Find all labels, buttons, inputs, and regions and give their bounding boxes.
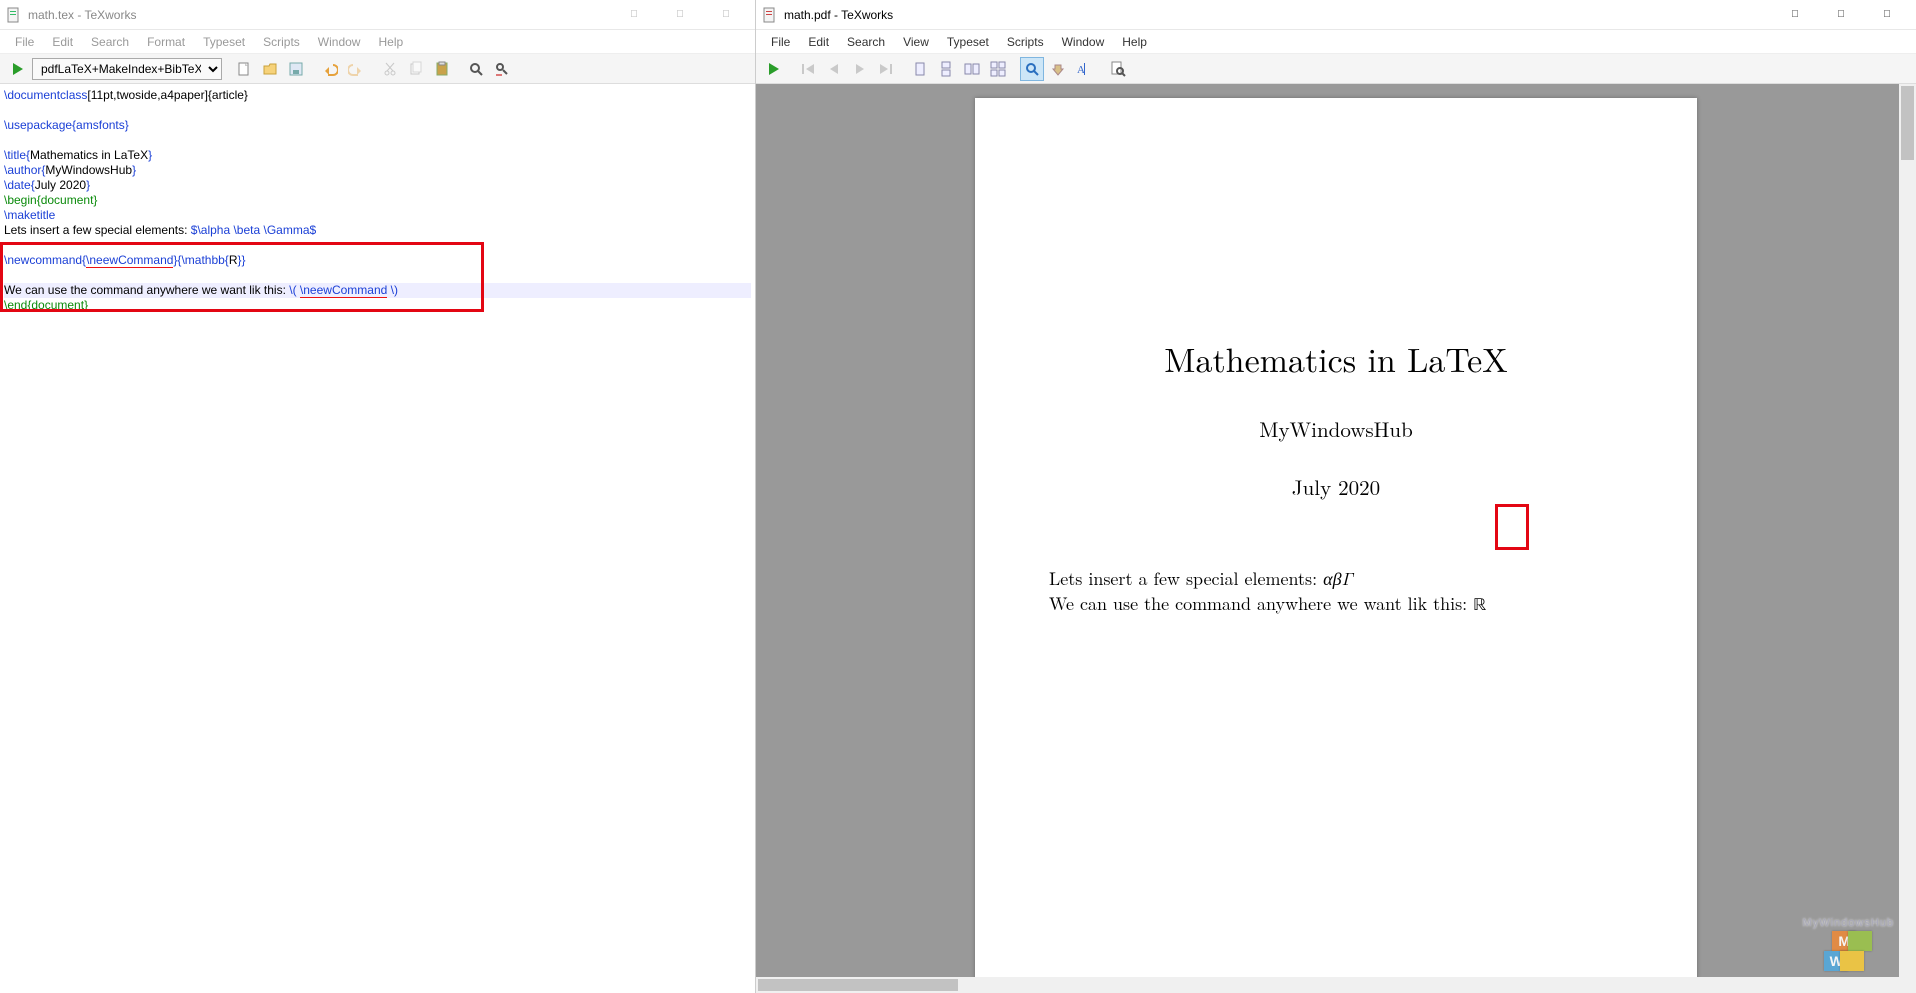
typeset-button[interactable] [6, 57, 30, 81]
menu-scripts[interactable]: Scripts [254, 33, 309, 51]
tex-env-end: \end{document} [4, 298, 88, 312]
horizontal-scrollbar[interactable] [756, 977, 1899, 993]
editor-window: math.tex - TeXworks    File Edit Sear… [0, 0, 756, 993]
toolbar-right: A [756, 54, 1916, 84]
annotation-box [1495, 504, 1529, 550]
viewer-window: math.pdf - TeXworks    File Edit Sear… [756, 0, 1916, 993]
prev-page-icon[interactable] [822, 57, 846, 81]
single-page-icon[interactable] [908, 57, 932, 81]
menu-search[interactable]: Search [82, 33, 138, 51]
new-file-icon[interactable] [232, 57, 256, 81]
maximize-button[interactable]:  [1818, 1, 1864, 29]
cut-icon[interactable] [378, 57, 402, 81]
menu-file[interactable]: File [6, 33, 43, 51]
text-select-icon[interactable]: A [1072, 57, 1096, 81]
paste-icon[interactable] [430, 57, 454, 81]
spellcheck-error: \neewCommand [300, 283, 387, 298]
window-title: math.pdf - TeXworks [784, 8, 1772, 22]
svg-text:A: A [1077, 64, 1085, 76]
menu-window[interactable]: Window [309, 33, 370, 51]
menu-edit[interactable]: Edit [799, 33, 838, 51]
copy-icon[interactable] [404, 57, 428, 81]
next-page-icon[interactable] [848, 57, 872, 81]
title-bar-right: math.pdf - TeXworks    [756, 0, 1916, 30]
close-button[interactable]:  [703, 1, 749, 29]
menu-search[interactable]: Search [838, 33, 894, 51]
continuous-page-icon[interactable] [934, 57, 958, 81]
maximize-button[interactable]:  [657, 1, 703, 29]
title-bar-left: math.tex - TeXworks    [0, 0, 755, 30]
redo-icon[interactable] [344, 57, 368, 81]
pdf-page: Mathematics in LaTeX MyWindowsHub July 2… [975, 98, 1697, 993]
close-button[interactable]:  [1864, 1, 1910, 29]
search-pdf-icon[interactable] [1106, 57, 1130, 81]
replace-icon[interactable] [490, 57, 514, 81]
scrollbar-thumb[interactable] [758, 979, 958, 991]
menu-bar-left: File Edit Search Format Typeset Scripts … [0, 30, 755, 54]
typeset-button[interactable] [762, 57, 786, 81]
undo-icon[interactable] [318, 57, 342, 81]
menu-window[interactable]: Window [1053, 33, 1114, 51]
source-editor[interactable]: \documentclass[11pt,twoside,a4paper]{art… [0, 84, 755, 993]
pdf-viewport[interactable]: Mathematics in LaTeX MyWindowsHub July 2… [756, 84, 1916, 993]
menu-help[interactable]: Help [369, 33, 412, 51]
first-page-icon[interactable] [796, 57, 820, 81]
save-file-icon[interactable] [284, 57, 308, 81]
toolbar-left: pdfLaTeX+MakeIndex+BibTeX [0, 54, 755, 84]
tex-command: \usepackage{amsfonts} [4, 118, 129, 132]
menu-typeset[interactable]: Typeset [938, 33, 998, 51]
pdf-author: MyWindowsHub [975, 414, 1697, 444]
tex-command: \documentclass [4, 88, 87, 102]
app-icon [6, 7, 22, 23]
two-page-continuous-icon[interactable] [986, 57, 1010, 81]
pdf-title: Mathematics in LaTeX [975, 334, 1697, 382]
last-page-icon[interactable] [874, 57, 898, 81]
magnify-tool-icon[interactable] [1020, 57, 1044, 81]
pdf-body-line2: We can use the command anywhere we want … [1049, 591, 1623, 619]
search-icon[interactable] [464, 57, 488, 81]
open-file-icon[interactable] [258, 57, 282, 81]
scroll-tool-icon[interactable] [1046, 57, 1070, 81]
pdf-body-line1: Lets insert a few special elements: αβΓ [1049, 566, 1623, 591]
scrollbar-thumb[interactable] [1901, 86, 1914, 160]
menu-edit[interactable]: Edit [43, 33, 82, 51]
minimize-button[interactable]:  [611, 1, 657, 29]
menu-view[interactable]: View [894, 33, 938, 51]
vertical-scrollbar[interactable] [1899, 84, 1916, 977]
menu-format[interactable]: Format [138, 33, 194, 51]
menu-help[interactable]: Help [1113, 33, 1156, 51]
tex-env-begin: \begin{document} [4, 193, 97, 207]
menu-file[interactable]: File [762, 33, 799, 51]
minimize-button[interactable]:  [1772, 1, 1818, 29]
app-icon [762, 7, 778, 23]
two-page-icon[interactable] [960, 57, 984, 81]
menu-bar-right: File Edit Search View Typeset Scripts Wi… [756, 30, 1916, 54]
menu-scripts[interactable]: Scripts [998, 33, 1053, 51]
scroll-corner [1899, 977, 1916, 993]
window-title: math.tex - TeXworks [28, 8, 611, 22]
spellcheck-error: \neewCommand [86, 253, 173, 268]
pdf-date: July 2020 [975, 472, 1697, 502]
engine-select[interactable]: pdfLaTeX+MakeIndex+BibTeX [32, 58, 222, 80]
menu-typeset[interactable]: Typeset [194, 33, 254, 51]
